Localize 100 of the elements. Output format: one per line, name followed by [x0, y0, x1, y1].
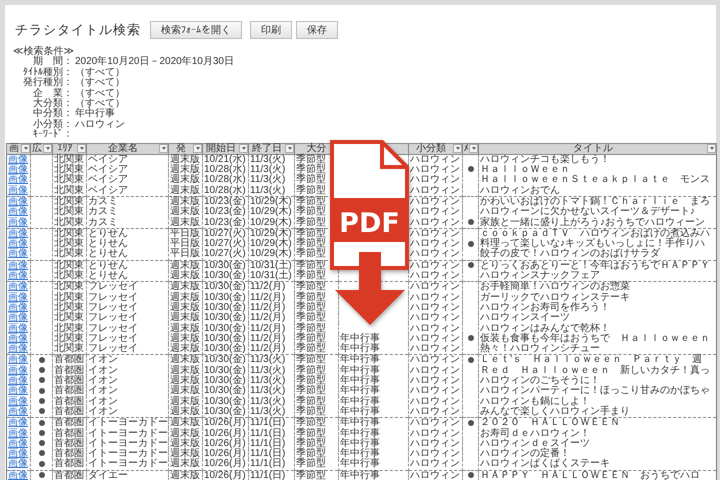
title-cell: 餃子の皮で！ハロウィンのおばけサラダ: [480, 248, 660, 260]
end-date-cell: 11/3(火): [250, 164, 286, 176]
title-cell: ＨａｌｌｏｗｅｅｎＳｔｅａｋｐｌａｔｅ モンス: [480, 174, 710, 186]
image-link[interactable]: 画像: [8, 438, 28, 449]
title-cell: ハロウィンスナックフェア: [480, 270, 600, 282]
company-cell: イオン: [88, 364, 118, 376]
image-link[interactable]: 画像: [8, 184, 28, 196]
image-link[interactable]: 画像: [8, 302, 28, 313]
toolbar-button[interactable]: 検索ﾌｫｰﾑを開く: [150, 21, 242, 39]
image-link[interactable]: 画像: [8, 385, 28, 396]
filter-dropdown[interactable]: [285, 144, 294, 154]
toolbar-button[interactable]: 保存: [296, 21, 338, 39]
category-cell: 季節型: [296, 154, 326, 165]
category-cell: 季節型: [296, 438, 326, 449]
filter-dropdown[interactable]: [707, 144, 716, 154]
pdf-label: PDF: [339, 208, 400, 239]
edition-cell: 週末版: [170, 385, 200, 396]
start-date-cell: 10/30(金): [204, 312, 246, 324]
company-cell: ダイエー: [88, 470, 128, 480]
image-link[interactable]: 画像: [8, 448, 28, 460]
area-cell: 北関東: [54, 332, 84, 344]
image-link[interactable]: 画像: [8, 281, 28, 292]
end-date-cell: 11/1(日): [250, 428, 286, 439]
image-link[interactable]: 画像: [8, 375, 28, 386]
title-cell: 料理って楽しいな♪キッズもいっしょに！手作りハ: [480, 238, 705, 250]
image-link[interactable]: 画像: [8, 458, 28, 470]
filter-dropdown[interactable]: [469, 144, 478, 154]
image-link[interactable]: 画像: [8, 332, 28, 344]
image-link[interactable]: 画像: [8, 228, 28, 239]
image-link[interactable]: 画像: [8, 238, 28, 250]
image-link[interactable]: 画像: [8, 260, 28, 271]
title-cell: ハロウィーンに欠かせないスイーツ＆デザート♪: [480, 206, 695, 218]
image-link[interactable]: 画像: [8, 343, 28, 354]
category-cell: 季節型: [296, 228, 326, 239]
end-date-cell: 11/2(月): [250, 281, 286, 292]
image-link[interactable]: 画像: [8, 248, 28, 260]
title-cell: Ｌｅｔ’ｓ Ｈａｌｌｏｗｅｅｎ Ｐａｒｔｙ 週: [480, 354, 702, 366]
category-cell: 季節型: [296, 458, 326, 470]
image-link[interactable]: 画像: [8, 322, 28, 334]
filter-dropdown[interactable]: [193, 144, 202, 154]
company-cell: とりせん: [88, 238, 128, 250]
image-link[interactable]: 画像: [8, 312, 28, 324]
image-link[interactable]: 画像: [8, 396, 28, 407]
company-cell: カスミ: [88, 216, 118, 228]
start-date-cell: 10/30(金): [204, 354, 246, 366]
company-cell: カスミ: [88, 196, 118, 207]
category-cell: 季節型: [296, 332, 326, 344]
start-date-cell: 10/23(金): [204, 196, 246, 207]
category-cell: 年中行事: [340, 417, 380, 428]
category-cell: ハロウィン: [410, 417, 460, 428]
image-link[interactable]: 画像: [8, 174, 28, 186]
column-header: 終了日: [248, 143, 294, 154]
filter-dropdown[interactable]: [77, 144, 86, 154]
image-link[interactable]: 画像: [8, 364, 28, 376]
company-cell: フレッセイ: [88, 332, 138, 344]
category-cell: 年中行事: [340, 354, 380, 366]
image-link[interactable]: 画像: [8, 206, 28, 218]
area-cell: 首都圏: [54, 406, 84, 417]
company-cell: とりせん: [88, 270, 128, 282]
filter-dropdown[interactable]: [43, 144, 52, 154]
column-header: ﾒ: [462, 143, 478, 154]
image-link[interactable]: 画像: [8, 406, 28, 417]
title-cell: ハロウィンも鍋にしよ！: [480, 396, 590, 407]
image-link[interactable]: 画像: [8, 154, 28, 165]
category-cell: 季節型: [296, 354, 326, 366]
edition-cell: 平日版: [170, 248, 200, 260]
filter-dropdown[interactable]: [159, 144, 168, 154]
company-cell: イオン: [88, 375, 118, 386]
image-link[interactable]: 画像: [8, 417, 28, 428]
category-cell: 季節型: [296, 184, 326, 196]
category-cell: ハロウィン: [410, 448, 460, 460]
image-link[interactable]: 画像: [8, 354, 28, 366]
title-cell: ２０２０ ＨＡＬＬＯＷＥＥＮ: [480, 417, 620, 428]
column-header: ｴﾘｱ: [52, 143, 86, 154]
end-date-cell: 10/29(木): [250, 248, 292, 260]
image-link[interactable]: 画像: [8, 428, 28, 439]
edition-cell: 週末版: [170, 375, 200, 386]
image-link[interactable]: 画像: [8, 196, 28, 207]
filter-dropdown[interactable]: [21, 144, 30, 154]
end-date-cell: 11/3(火): [250, 184, 286, 196]
category-cell: ハロウィン: [410, 270, 460, 282]
filter-dropdown[interactable]: [453, 144, 462, 154]
pdf-file-icon: [330, 140, 409, 270]
image-link[interactable]: 画像: [8, 270, 28, 282]
category-cell: ハロウィン: [410, 216, 460, 228]
toolbar-button[interactable]: 印刷: [250, 21, 292, 39]
image-link[interactable]: 画像: [8, 216, 28, 228]
area-cell: 北関東: [54, 248, 84, 260]
title-cell: ハロウィンのごちそうに！: [480, 375, 600, 386]
edition-cell: 週末版: [170, 292, 200, 303]
category-cell: 季節型: [296, 270, 326, 282]
title-cell: ＨａｌｌｏＷｅｅｎ: [480, 164, 570, 176]
image-link[interactable]: 画像: [8, 470, 28, 480]
company-cell: イオン: [88, 354, 118, 366]
edition-cell: 週末版: [170, 332, 200, 344]
filter-dropdown[interactable]: [239, 144, 248, 154]
image-link[interactable]: 画像: [8, 292, 28, 303]
start-date-cell: 10/26(月): [204, 438, 246, 449]
title-cell: お手軽簡単！ハロウィンのお惣菜: [480, 281, 630, 292]
image-link[interactable]: 画像: [8, 164, 28, 176]
